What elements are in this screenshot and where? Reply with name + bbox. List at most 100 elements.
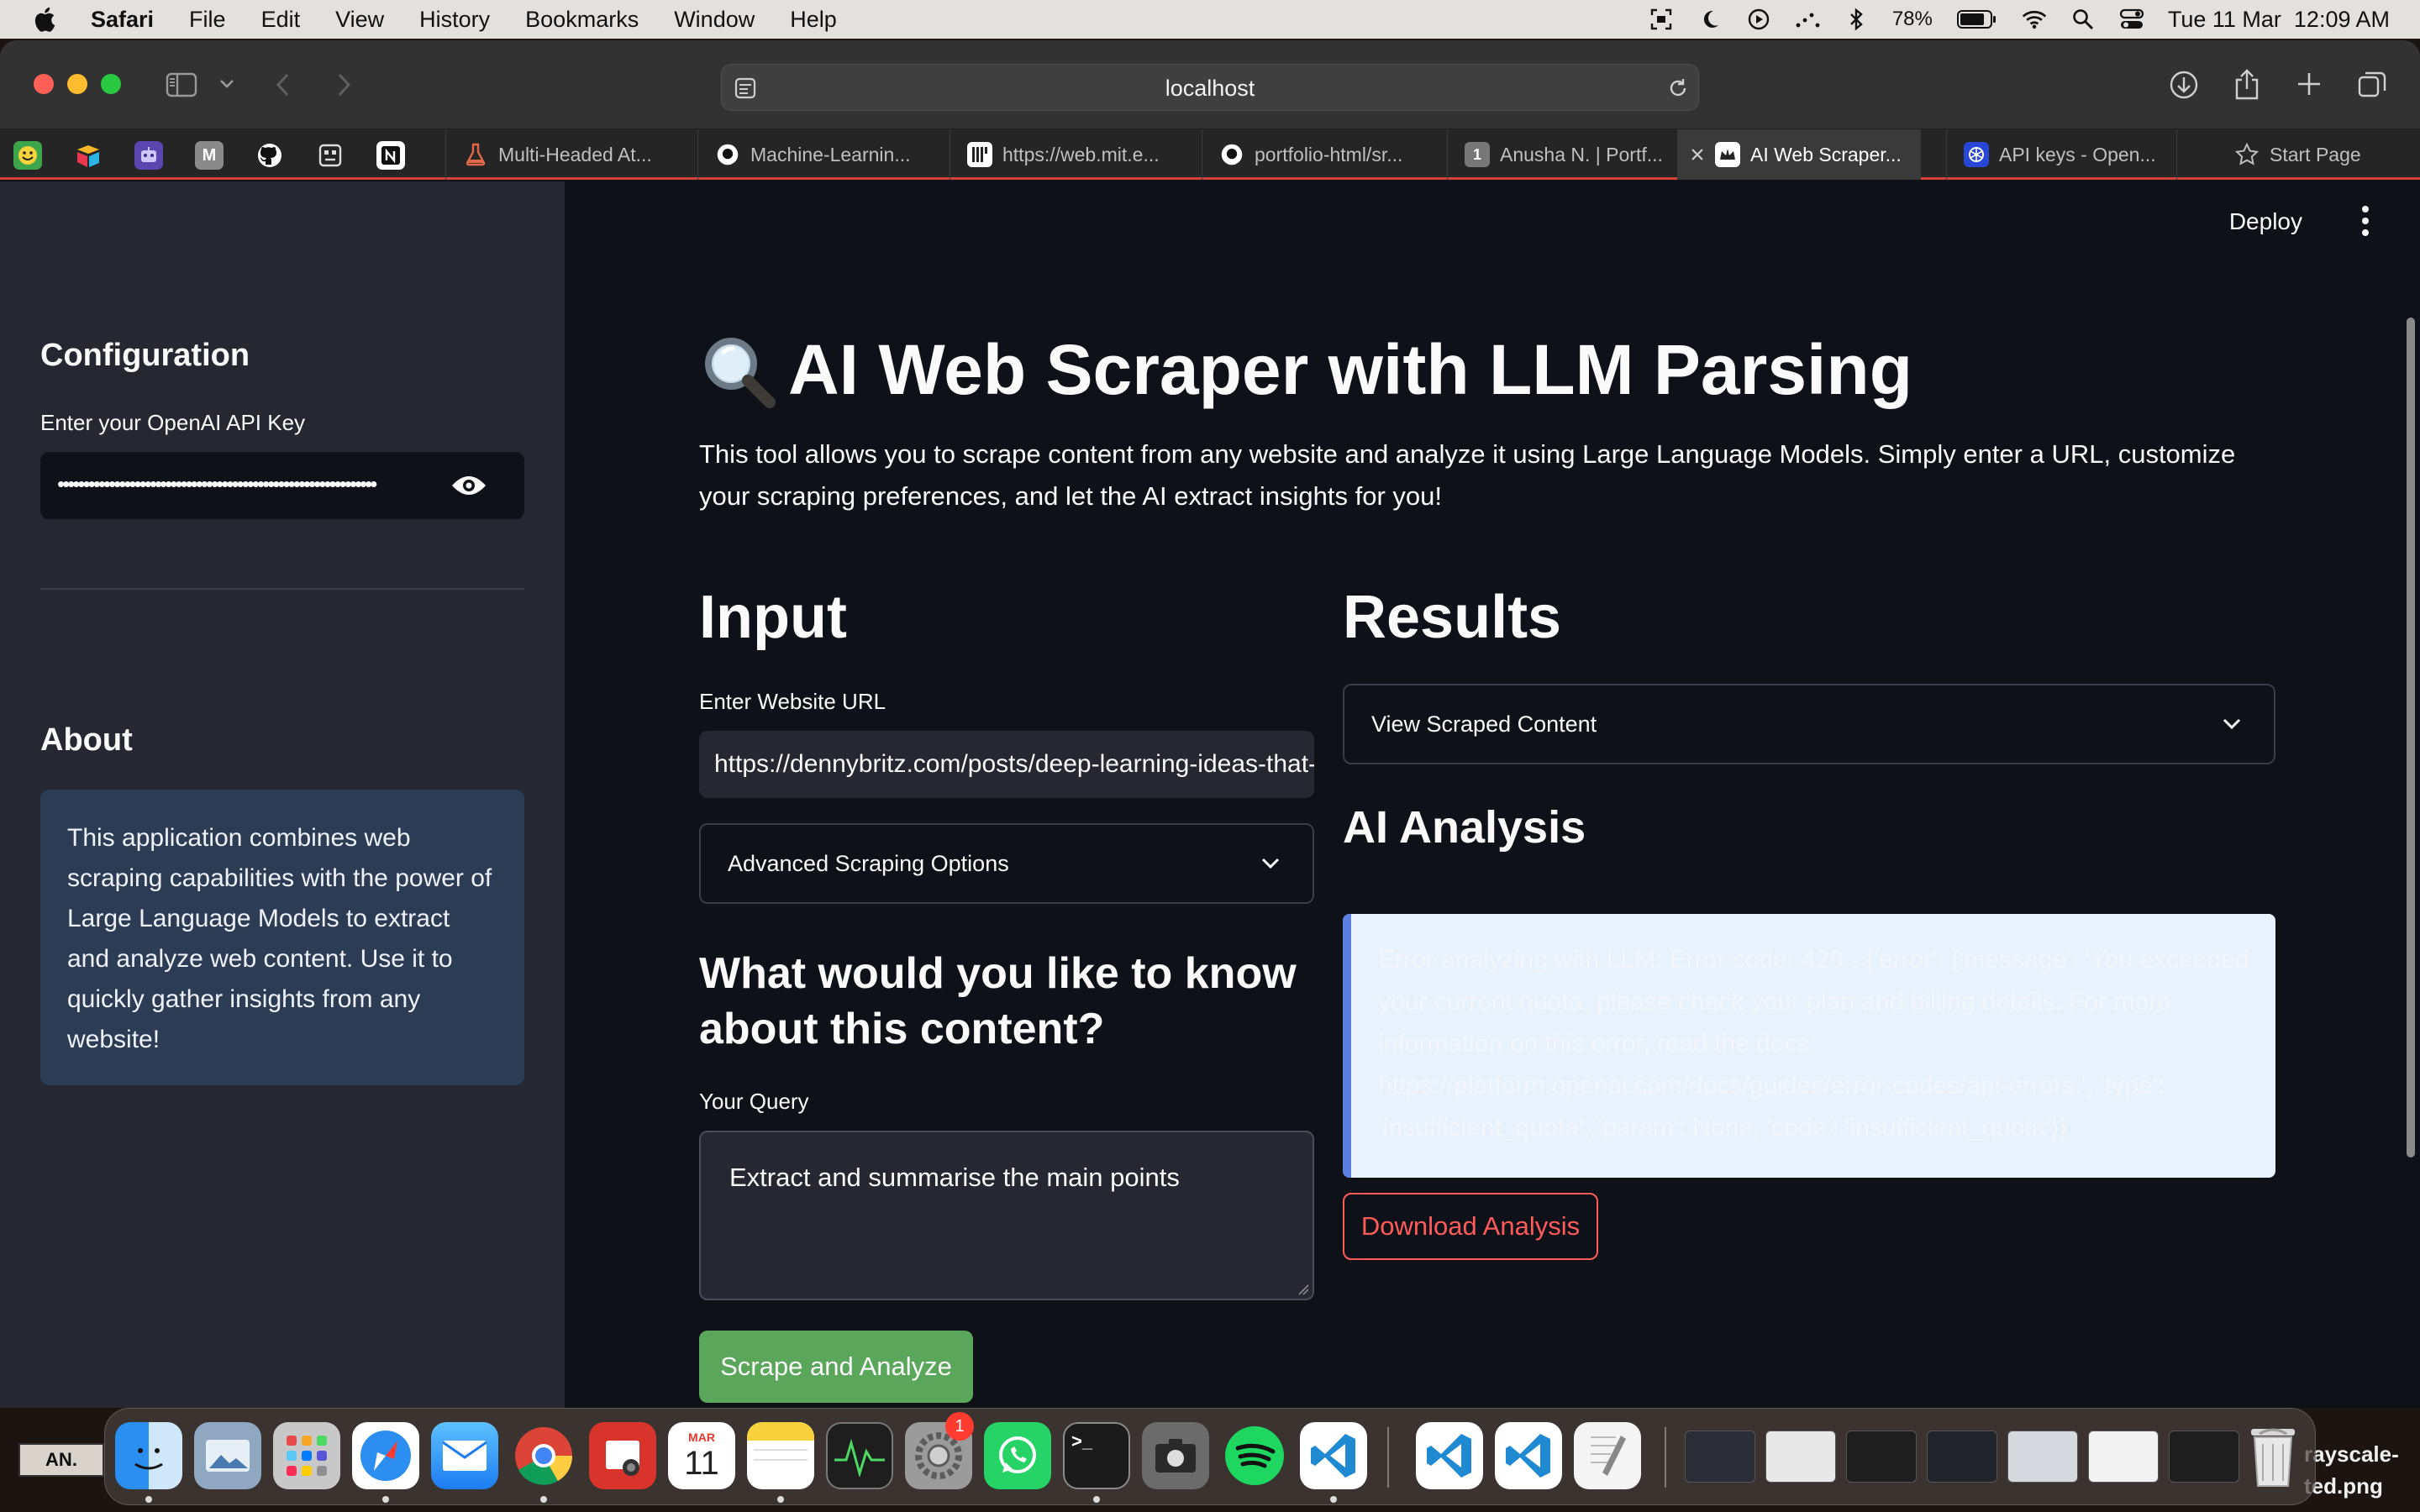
eye-icon[interactable]	[450, 472, 487, 499]
textedit-icon[interactable]	[1574, 1422, 1641, 1489]
url-input[interactable]: https://dennybritz.com/posts/deep-learni…	[699, 731, 1314, 798]
scrape-and-analyze-button[interactable]: Scrape and Analyze	[699, 1331, 973, 1403]
pinned-tab-smiley-icon[interactable]	[13, 141, 42, 170]
minimized-window-thumbnail[interactable]	[2169, 1431, 2239, 1483]
api-key-input[interactable]: ••••••••••••••••••••••••••••••••••••••••…	[40, 452, 524, 519]
desktop-file-thumbnail[interactable]: AN.	[18, 1443, 104, 1477]
minimize-window-button[interactable]	[67, 74, 87, 94]
activity-monitor-icon[interactable]	[826, 1422, 893, 1489]
spotify-icon[interactable]	[1221, 1422, 1288, 1489]
whatsapp-icon[interactable]	[984, 1422, 1051, 1489]
view-scraped-content-expander[interactable]: View Scraped Content	[1343, 684, 2275, 764]
terminal-icon[interactable]: >_	[1063, 1422, 1130, 1489]
minimized-window-thumbnail[interactable]	[1927, 1431, 1997, 1483]
scrollbar[interactable]	[2407, 318, 2415, 1158]
menu-history[interactable]: History	[419, 7, 490, 33]
app-main: Deploy AI Web Scraper with LLM Parsing T…	[565, 181, 2420, 1408]
deploy-button[interactable]: Deploy	[2229, 208, 2302, 235]
notes-icon[interactable]	[747, 1422, 814, 1489]
now-playing-icon[interactable]	[1746, 8, 1771, 31]
menu-bookmarks[interactable]: Bookmarks	[525, 7, 639, 33]
running-indicator	[1330, 1496, 1337, 1503]
zoom-window-button[interactable]	[101, 74, 121, 94]
safari-icon[interactable]	[352, 1422, 419, 1489]
apple-icon[interactable]	[32, 5, 60, 34]
menu-app-name[interactable]: Safari	[91, 7, 154, 33]
github-icon	[715, 142, 740, 167]
reload-icon[interactable]	[1666, 76, 1690, 100]
api-key-masked-value[interactable]: ••••••••••••••••••••••••••••••••••••••••…	[57, 467, 410, 501]
error-message-box: Error analyzing with LLM: Error code: 42…	[1343, 914, 2275, 1178]
minimized-window-thumbnail[interactable]	[1765, 1431, 1836, 1483]
downloads-icon[interactable]	[2168, 69, 2200, 101]
photo-booth-icon[interactable]	[589, 1422, 656, 1489]
tab-ai-web-scraper[interactable]: AI Web Scraper...	[1677, 129, 1921, 180]
preview-icon[interactable]	[194, 1422, 261, 1489]
minimized-window-thumbnail[interactable]	[1846, 1431, 1917, 1483]
forward-icon[interactable]	[331, 71, 356, 99]
pinned-tab-notion-icon[interactable]	[376, 141, 405, 170]
vscode-icon[interactable]	[1416, 1422, 1483, 1489]
openai-icon	[1964, 142, 1989, 167]
address-bar[interactable]: localhost	[721, 64, 1699, 111]
close-tab-icon[interactable]	[1690, 147, 1705, 162]
activity-dots-icon[interactable]	[1795, 8, 1820, 31]
about-info-box: This application combines web scraping c…	[40, 790, 524, 1085]
menu-help[interactable]: Help	[790, 7, 837, 33]
calendar-icon[interactable]: MAR 11	[668, 1422, 735, 1489]
screenshot-icon[interactable]	[1142, 1422, 1209, 1489]
tab-multi-headed-attention[interactable]: Multi-Headed At...	[445, 129, 672, 180]
tab-overview-icon[interactable]	[2356, 69, 2388, 99]
chevron-down-icon[interactable]	[217, 74, 237, 94]
tab-anusha-portfolio[interactable]: 1 Anusha N. | Portf...	[1447, 129, 1674, 180]
url-input-value[interactable]: https://dennybritz.com/posts/deep-learni…	[714, 731, 1314, 798]
resize-grip-icon[interactable]	[1297, 1284, 1309, 1295]
focus-moon-icon[interactable]	[1697, 8, 1723, 31]
minimized-window-thumbnail[interactable]	[1685, 1431, 1755, 1483]
tab-machine-learning[interactable]: Machine-Learnin...	[697, 129, 924, 180]
bluetooth-icon[interactable]	[1844, 8, 1869, 31]
control-center-icon[interactable]	[2119, 8, 2144, 31]
tab-start-page[interactable]: Start Page	[2176, 129, 2420, 180]
sidebar-toggle-icon[interactable]	[165, 71, 198, 99]
desktop-file-label[interactable]: rayscale- ted.png	[2304, 1438, 2399, 1502]
battery-icon[interactable]	[1956, 8, 1998, 31]
chrome-icon[interactable]	[510, 1422, 577, 1489]
finder-icon[interactable]	[115, 1422, 182, 1489]
new-tab-icon[interactable]	[2294, 69, 2324, 99]
url-text[interactable]: localhost	[722, 65, 1698, 112]
share-icon[interactable]	[2232, 67, 2262, 101]
menu-view[interactable]: View	[335, 7, 384, 33]
download-analysis-button[interactable]: Download Analysis	[1343, 1193, 1598, 1260]
screen-capture-icon[interactable]	[1649, 8, 1674, 31]
close-window-button[interactable]	[34, 74, 54, 94]
running-indicator	[540, 1496, 547, 1503]
wifi-icon[interactable]	[2022, 8, 2047, 31]
pinned-tab-airtable-icon[interactable]	[74, 141, 103, 170]
pinned-tab-robot-icon[interactable]	[134, 141, 163, 170]
spotlight-search-icon[interactable]	[2070, 8, 2096, 31]
query-textarea[interactable]: Extract and summarise the main points	[699, 1131, 1314, 1300]
trash-icon[interactable]	[2239, 1422, 2307, 1489]
minimized-window-thumbnail[interactable]	[2007, 1431, 2078, 1483]
tab-web-mit-edu[interactable]: https://web.mit.e...	[950, 129, 1176, 180]
more-options-icon[interactable]	[2360, 200, 2371, 242]
mail-icon[interactable]	[431, 1422, 498, 1489]
query-value[interactable]: Extract and summarise the main points	[729, 1163, 1180, 1193]
vscode-icon[interactable]	[1495, 1422, 1562, 1489]
advanced-options-expander[interactable]: Advanced Scraping Options	[699, 823, 1314, 904]
launchpad-icon[interactable]	[273, 1422, 340, 1489]
tab-api-keys-openai[interactable]: API keys - Open...	[1946, 129, 2173, 180]
menu-edit[interactable]: Edit	[261, 7, 301, 33]
back-icon[interactable]	[271, 71, 296, 99]
menubar-clock[interactable]: Tue 11 Mar 12:09 AM	[2168, 7, 2390, 33]
tab-portfolio-html[interactable]: portfolio-html/sr...	[1202, 129, 1428, 180]
vscode-icon[interactable]	[1300, 1422, 1367, 1489]
menu-file[interactable]: File	[189, 7, 226, 33]
menu-window[interactable]: Window	[674, 7, 755, 33]
mit-logo-icon	[967, 142, 992, 167]
pinned-tab-robot2-icon[interactable]	[316, 141, 345, 170]
pinned-tab-m-icon[interactable]: M	[195, 141, 224, 170]
minimized-window-thumbnail[interactable]	[2088, 1431, 2159, 1483]
pinned-tab-github-icon[interactable]	[255, 141, 284, 170]
